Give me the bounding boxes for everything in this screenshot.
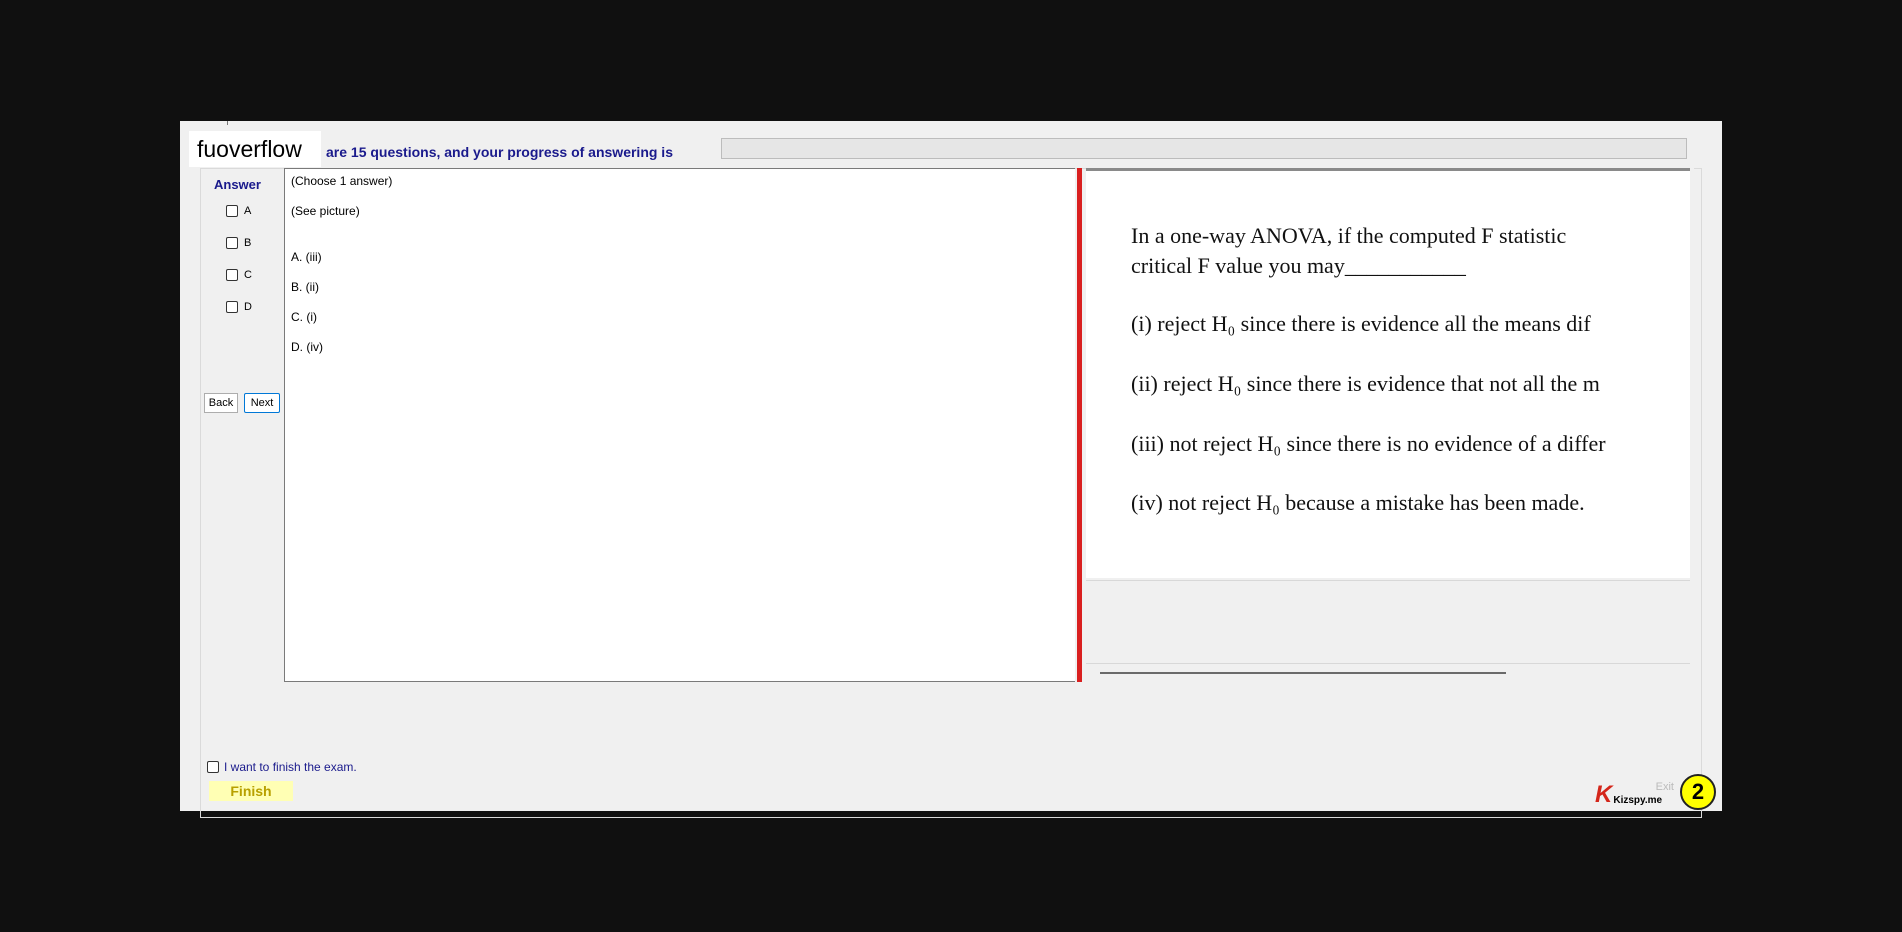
option-b[interactable]: B [226, 237, 251, 249]
logo: fuoverflow [189, 131, 321, 167]
brand-name: Kizspy.me [1613, 795, 1663, 806]
choice-c-text: C. (i) [291, 310, 317, 324]
option-d[interactable]: D [226, 301, 252, 313]
choice-d-text: D. (iv) [291, 340, 323, 354]
option-a-checkbox[interactable] [226, 205, 238, 217]
option-c-checkbox[interactable] [226, 269, 238, 281]
brand-k-icon: K [1595, 781, 1613, 808]
finish-checkbox-label: I want to finish the exam. [224, 760, 357, 774]
picture-separator [1086, 580, 1690, 581]
brand-logo: K Kizspy.me [1595, 781, 1663, 808]
question-number-badge: 2 [1680, 774, 1716, 810]
progress-label: are 15 questions, and your progress of a… [326, 144, 673, 160]
next-button[interactable]: Next [244, 393, 280, 413]
option-d-checkbox[interactable] [226, 301, 238, 313]
logo-tick [227, 121, 228, 125]
picture-item-i: (i) reject H₀ since there is evidence al… [1131, 311, 1591, 336]
picture-line-2: critical F value you may___________ [1131, 253, 1466, 278]
finish-checkbox-row[interactable]: I want to finish the exam. [207, 760, 357, 774]
picture-item-iii: (iii) not reject H₀ since there is no ev… [1131, 431, 1606, 456]
choice-a-text: A. (iii) [291, 250, 322, 264]
finish-button[interactable]: Finish [209, 781, 293, 801]
finish-checkbox[interactable] [207, 761, 219, 773]
picture-separator [1086, 663, 1690, 664]
picture-item-ii: (ii) reject H₀ since there is evidence t… [1131, 371, 1600, 396]
exam-window: fuoverflow are 15 questions, and your pr… [180, 121, 1722, 818]
option-a-label: A [244, 205, 252, 217]
option-b-checkbox[interactable] [226, 237, 238, 249]
progress-bar [721, 138, 1687, 159]
question-instruction: (Choose 1 answer) [291, 174, 393, 188]
option-b-label: B [244, 237, 252, 249]
question-picture: In a one-way ANOVA, if the computed F st… [1086, 168, 1690, 578]
option-d-label: D [244, 301, 252, 313]
back-button[interactable]: Back [204, 393, 238, 413]
question-see-picture: (See picture) [291, 204, 360, 218]
option-c[interactable]: C [226, 269, 252, 281]
option-c-label: C [244, 269, 252, 281]
answer-title: Answer [214, 177, 261, 192]
picture-panel[interactable]: In a one-way ANOVA, if the computed F st… [1086, 168, 1694, 682]
option-a[interactable]: A [226, 205, 251, 217]
question-panel: (Choose 1 answer) (See picture) A. (iii)… [284, 168, 1075, 682]
choice-b-text: B. (ii) [291, 280, 319, 294]
panel-divider[interactable] [1077, 168, 1082, 682]
horizontal-scrollbar[interactable] [1100, 672, 1506, 674]
picture-item-iv: (iv) not reject H₀ because a mistake has… [1131, 490, 1585, 515]
picture-line-1: In a one-way ANOVA, if the computed F st… [1131, 223, 1567, 248]
